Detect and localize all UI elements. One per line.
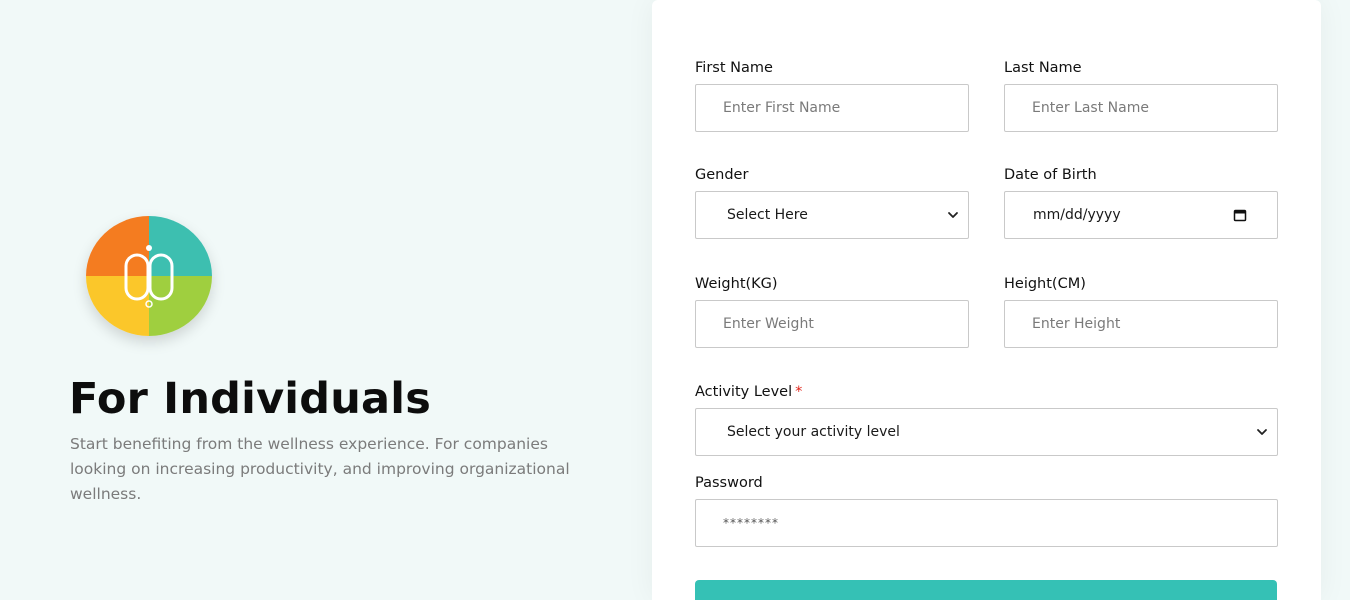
first-name-label: First Name	[695, 60, 773, 76]
last-name-label: Last Name	[1004, 60, 1082, 76]
signup-form-card: First Name Enter First Name Last Name En…	[652, 0, 1321, 600]
page-description: Start benefiting from the wellness exper…	[70, 435, 570, 503]
last-name-input[interactable]: Enter Last Name	[1004, 84, 1278, 132]
activity-level-label: Activity Level *	[695, 384, 802, 400]
height-label: Height(CM)	[1004, 276, 1086, 292]
password-masked-value: ********	[723, 516, 779, 530]
dob-input[interactable]: mm/dd/yyyy	[1004, 191, 1278, 239]
page-title: For Individuals	[69, 374, 431, 424]
activity-level-label-text: Activity Level	[695, 384, 793, 400]
weight-placeholder: Enter Weight	[723, 316, 814, 332]
dob-value: mm/dd/yyyy	[1033, 207, 1121, 223]
height-input[interactable]: Enter Height	[1004, 300, 1278, 348]
height-placeholder: Enter Height	[1032, 316, 1121, 332]
last-name-placeholder: Enter Last Name	[1032, 100, 1149, 116]
first-name-placeholder: Enter First Name	[723, 100, 841, 116]
dob-label: Date of Birth	[1004, 167, 1097, 183]
password-label: Password	[695, 475, 763, 491]
gender-selected-value: Select Here	[727, 207, 808, 223]
first-name-input[interactable]: Enter First Name	[695, 84, 969, 132]
activity-level-selected-value: Select your activity level	[727, 424, 900, 440]
intro-panel: For Individuals Start benefiting from th…	[0, 0, 650, 600]
weight-label: Weight(KG)	[695, 276, 778, 292]
weight-input[interactable]: Enter Weight	[695, 300, 969, 348]
chevron-down-icon	[1257, 429, 1267, 435]
calendar-icon[interactable]	[1233, 208, 1247, 222]
required-marker: *	[795, 384, 803, 400]
chevron-down-icon	[948, 212, 958, 218]
activity-level-select[interactable]: Select your activity level	[695, 408, 1278, 456]
password-input[interactable]: ********	[695, 499, 1278, 547]
submit-button[interactable]	[695, 580, 1277, 600]
wellness-logo-icon	[86, 216, 212, 336]
gender-label: Gender	[695, 167, 749, 183]
gender-select[interactable]: Select Here	[695, 191, 969, 239]
